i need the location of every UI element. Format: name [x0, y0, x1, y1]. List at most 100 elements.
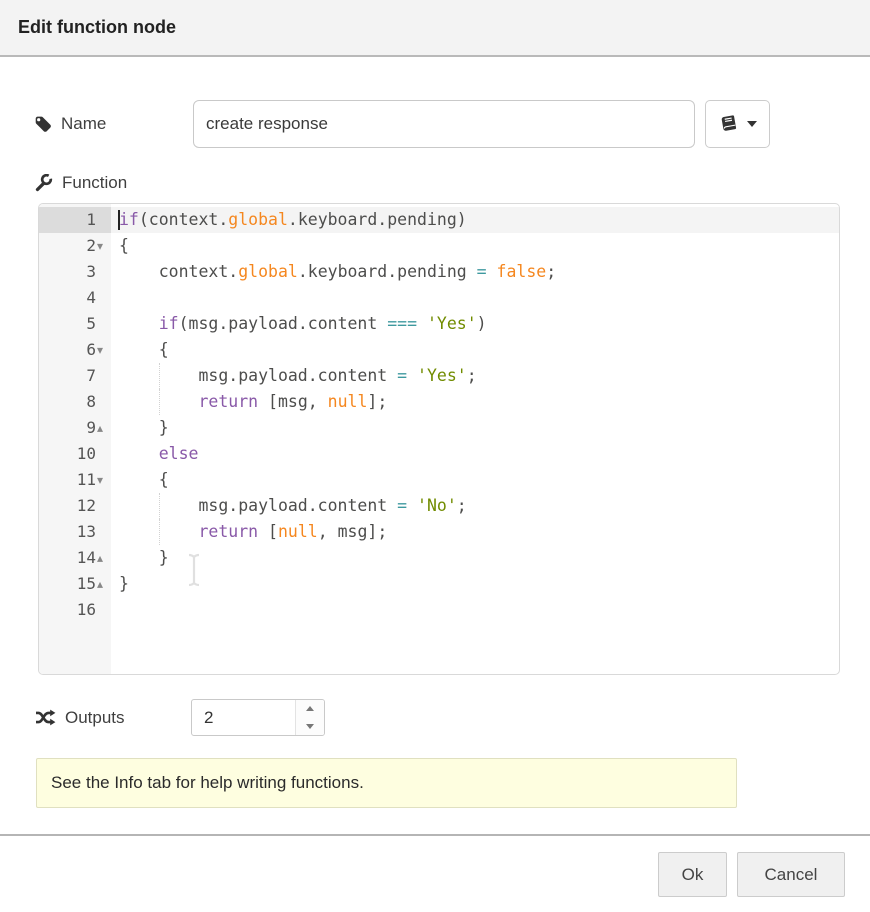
- code-token: }: [119, 418, 169, 437]
- line-number: 1: [86, 210, 96, 229]
- line-number: 16: [77, 600, 96, 619]
- library-button[interactable]: [705, 100, 770, 148]
- line-number: 8: [86, 392, 96, 411]
- caret-down-icon: [747, 121, 757, 127]
- arrow-up-icon: [306, 706, 314, 711]
- code-token: ;: [467, 366, 477, 385]
- line-number: 13: [77, 522, 96, 541]
- fold-close-icon[interactable]: ▴: [97, 545, 110, 571]
- code-line[interactable]: }: [111, 545, 839, 571]
- line-number: 3: [86, 262, 96, 281]
- code-token: (context.: [139, 210, 228, 229]
- code-line[interactable]: msg.payload.content = 'Yes';: [111, 363, 839, 389]
- fold-open-icon[interactable]: ▾: [97, 467, 110, 493]
- code-token: [msg,: [258, 392, 328, 411]
- indent-guide: [159, 363, 160, 389]
- gutter-cell: 14▴: [39, 545, 111, 571]
- editor-gutter: 12▾3456▾789▴1011▾121314▴15▴16: [39, 204, 111, 674]
- line-number: 6: [86, 340, 96, 359]
- spinner-buttons: [295, 700, 324, 735]
- code-token: .keyboard.pending: [298, 262, 477, 281]
- indent-guide: [159, 389, 160, 415]
- gutter-cell: 5: [39, 311, 111, 337]
- gutter-cell: 9▴: [39, 415, 111, 441]
- code-token: [487, 262, 497, 281]
- spinner-up-button[interactable]: [296, 700, 324, 718]
- indent-guide: [159, 519, 160, 545]
- shuffle-icon: [35, 709, 56, 726]
- code-token: 'No': [417, 496, 457, 515]
- code-token: =: [397, 496, 407, 515]
- ok-button[interactable]: Ok: [658, 852, 727, 897]
- spinner-down-button[interactable]: [296, 718, 324, 736]
- code-token: , msg];: [318, 522, 388, 541]
- code-token: {: [119, 470, 169, 489]
- wrench-icon: [35, 174, 53, 192]
- code-token: [407, 366, 417, 385]
- code-editor[interactable]: 12▾3456▾789▴1011▾121314▴15▴16 if(context…: [38, 203, 840, 675]
- code-line[interactable]: return [msg, null];: [111, 389, 839, 415]
- line-number: 15: [77, 574, 96, 593]
- fold-open-icon[interactable]: ▾: [97, 233, 110, 259]
- gutter-cell: 1: [39, 207, 111, 233]
- name-input[interactable]: [193, 100, 695, 148]
- code-line[interactable]: return [null, msg];: [111, 519, 839, 545]
- code-line[interactable]: if(context.global.keyboard.pending): [111, 207, 839, 233]
- line-number: 11: [77, 470, 96, 489]
- code-token: [417, 314, 427, 333]
- line-number: 14: [77, 548, 96, 567]
- fold-open-icon[interactable]: ▾: [97, 337, 110, 363]
- code-token: ];: [367, 392, 387, 411]
- code-line[interactable]: }: [111, 571, 839, 597]
- gutter-cell: 11▾: [39, 467, 111, 493]
- code-token: [: [258, 522, 278, 541]
- code-line[interactable]: else: [111, 441, 839, 467]
- code-token: {: [119, 340, 169, 359]
- code-token: msg.payload.content: [119, 366, 397, 385]
- code-token: {: [119, 236, 129, 255]
- name-label-row: Name: [35, 100, 106, 148]
- gutter-cell: 15▴: [39, 571, 111, 597]
- line-number: 4: [86, 288, 96, 307]
- code-line[interactable]: [111, 285, 839, 311]
- code-line[interactable]: msg.payload.content = 'No';: [111, 493, 839, 519]
- code-line[interactable]: if(msg.payload.content === 'Yes'): [111, 311, 839, 337]
- code-line[interactable]: {: [111, 467, 839, 493]
- name-label: Name: [61, 114, 106, 134]
- code-line[interactable]: [111, 597, 839, 623]
- fold-close-icon[interactable]: ▴: [97, 415, 110, 441]
- line-number: 7: [86, 366, 96, 385]
- code-token: null: [328, 392, 368, 411]
- outputs-input[interactable]: [192, 700, 295, 735]
- code-token: ===: [387, 314, 417, 333]
- outputs-spinner: [191, 699, 325, 736]
- code-token: return: [198, 522, 258, 541]
- code-token: msg.payload.content: [119, 496, 397, 515]
- book-icon: [719, 114, 739, 134]
- line-number: 9: [86, 418, 96, 437]
- code-line[interactable]: {: [111, 233, 839, 259]
- code-token: return: [198, 392, 258, 411]
- gutter-cell: 13: [39, 519, 111, 545]
- gutter-cell: 12: [39, 493, 111, 519]
- line-number: 10: [77, 444, 96, 463]
- arrow-down-icon: [306, 724, 314, 729]
- code-token: 'Yes': [417, 366, 467, 385]
- line-number: 2: [86, 236, 96, 255]
- text-caret: [118, 210, 120, 230]
- code-token: ): [477, 314, 487, 333]
- code-token: global: [228, 210, 288, 229]
- tag-icon: [35, 116, 52, 133]
- fold-close-icon[interactable]: ▴: [97, 571, 110, 597]
- function-label: Function: [62, 173, 127, 193]
- code-token: =: [397, 366, 407, 385]
- gutter-cell: 16: [39, 597, 111, 623]
- gutter-cell: 2▾: [39, 233, 111, 259]
- code-token: 'Yes': [427, 314, 477, 333]
- code-token: else: [159, 444, 199, 463]
- code-line[interactable]: {: [111, 337, 839, 363]
- code-line[interactable]: context.global.keyboard.pending = false;: [111, 259, 839, 285]
- code-line[interactable]: }: [111, 415, 839, 441]
- editor-code[interactable]: if(context.global.keyboard.pending) { con…: [111, 204, 839, 674]
- cancel-button[interactable]: Cancel: [737, 852, 845, 897]
